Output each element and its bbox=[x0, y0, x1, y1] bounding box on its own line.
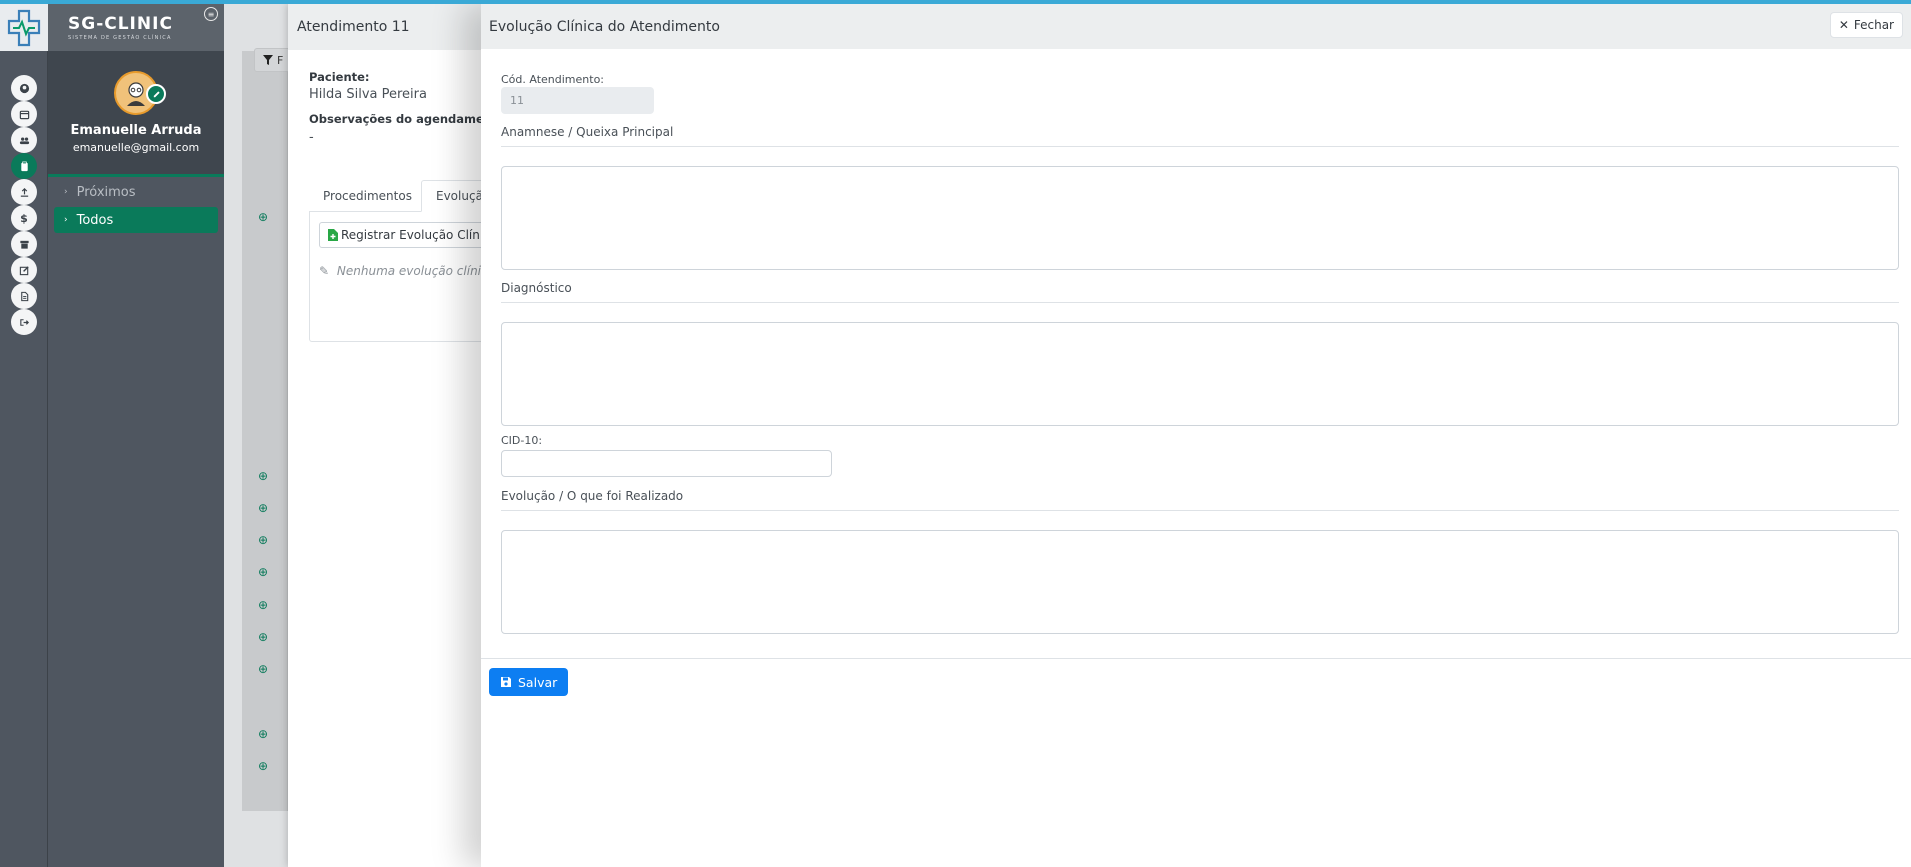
evolucao-realizado-label: Evolução / O que foi Realizado bbox=[501, 489, 1899, 511]
save-icon bbox=[501, 677, 511, 687]
user-icon[interactable] bbox=[11, 75, 37, 101]
empty-message-text: Nenhuma evolução clínica bbox=[336, 264, 495, 278]
upload-icon[interactable] bbox=[11, 179, 37, 205]
atendimento-panel: Atendimento 11 Paciente: Hilda Silva Per… bbox=[288, 4, 509, 867]
cod-atendimento-field: 11 bbox=[501, 87, 654, 114]
edit-icon[interactable] bbox=[11, 257, 37, 283]
empty-evolution-message: ✎ Nenhuma evolução clínica bbox=[319, 264, 495, 278]
save-button[interactable]: Salvar bbox=[489, 668, 569, 696]
file-plus-icon bbox=[328, 229, 338, 241]
chevron-right-icon: › bbox=[64, 187, 68, 197]
calendar-icon[interactable] bbox=[11, 101, 37, 127]
zoom-in-icon: ⊕ bbox=[258, 501, 269, 515]
icon-rail: $ bbox=[0, 0, 48, 867]
users-icon[interactable] bbox=[11, 127, 37, 153]
menu-toggle-icon[interactable]: ≡ bbox=[204, 7, 218, 21]
zoom-in-icon: ⊕ bbox=[258, 598, 269, 612]
logout-icon[interactable] bbox=[11, 309, 37, 335]
archive-icon[interactable] bbox=[11, 231, 37, 257]
zoom-in-icon: ⊕ bbox=[258, 727, 269, 741]
close-button[interactable]: ✕ Fechar bbox=[1829, 12, 1903, 38]
zoom-in-icon: ⊕ bbox=[258, 533, 269, 547]
sidebar-item-label: Todos bbox=[76, 212, 114, 228]
user-name: Emanuelle Arruda bbox=[70, 123, 202, 138]
clipboard-icon[interactable] bbox=[11, 153, 37, 179]
top-accent-bar bbox=[0, 0, 1911, 4]
register-evolution-button[interactable]: Registrar Evolução Clínica bbox=[319, 222, 509, 248]
sidebar-item-proximos[interactable]: › Próximos bbox=[54, 179, 218, 205]
notes-label: Observações do agendamento bbox=[309, 112, 506, 126]
background-table bbox=[242, 51, 288, 811]
user-profile: Emanuelle Arruda emanuelle@gmail.com bbox=[48, 51, 224, 177]
evolucao-textarea[interactable] bbox=[501, 530, 1899, 634]
footer-divider bbox=[481, 658, 1911, 659]
zoom-in-icon: ⊕ bbox=[258, 662, 269, 676]
sidebar-item-label: Próximos bbox=[76, 184, 136, 200]
close-label: Fechar bbox=[1853, 18, 1894, 32]
edit-avatar-icon[interactable] bbox=[146, 84, 166, 104]
evolucao-header: Evolução Clínica do Atendimento ✕ Fechar bbox=[481, 4, 1911, 49]
tab-content: Registrar Evolução Clínica ✎ Nenhuma evo… bbox=[309, 212, 509, 342]
chevron-right-icon: › bbox=[64, 215, 68, 225]
zoom-in-icon: ⊕ bbox=[258, 759, 269, 773]
cid-label: CID-10: bbox=[501, 434, 543, 447]
zoom-in-icon: ⊕ bbox=[258, 469, 269, 483]
evolucao-panel: Evolução Clínica do Atendimento ✕ Fechar… bbox=[481, 4, 1911, 867]
brand-subtitle: SISTEMA DE GESTÃO CLÍNICA bbox=[68, 35, 172, 41]
brand-bar: SG-CLINIC SISTEMA DE GESTÃO CLÍNICA bbox=[48, 4, 224, 51]
atendimento-header: Atendimento 11 bbox=[288, 4, 482, 50]
save-label: Salvar bbox=[518, 674, 558, 690]
cod-atendimento-value: 11 bbox=[510, 94, 524, 107]
atendimento-title: Atendimento 11 bbox=[297, 19, 410, 35]
dollar-icon[interactable]: $ bbox=[11, 205, 37, 231]
diagnostico-textarea[interactable] bbox=[501, 322, 1899, 426]
tab-procedimentos[interactable]: Procedimentos bbox=[309, 180, 426, 212]
filter-label: F bbox=[277, 53, 284, 67]
brand-name: SG-CLINIC bbox=[68, 14, 173, 34]
sidebar: Emanuelle Arruda emanuelle@gmail.com › P… bbox=[48, 51, 224, 867]
notes-value: - bbox=[309, 130, 314, 145]
patient-label: Paciente: bbox=[309, 70, 370, 84]
clinic-logo[interactable] bbox=[0, 4, 48, 51]
atendimento-tabs: Procedimentos Evoluçã bbox=[309, 180, 509, 212]
evolucao-title: Evolução Clínica do Atendimento bbox=[489, 18, 720, 35]
diagnostico-label: Diagnóstico bbox=[501, 281, 1899, 303]
anamnese-textarea[interactable] bbox=[501, 166, 1899, 270]
tab-label: Procedimentos bbox=[323, 189, 412, 203]
zoom-in-icon: ⊕ bbox=[258, 630, 269, 644]
cid-input[interactable] bbox=[501, 450, 832, 477]
sidebar-item-todos[interactable]: › Todos bbox=[54, 207, 218, 233]
patient-name: Hilda Silva Pereira bbox=[309, 87, 427, 102]
zoom-in-icon: ⊕ bbox=[258, 210, 269, 224]
user-email: emanuelle@gmail.com bbox=[72, 141, 200, 154]
tab-label: Evoluçã bbox=[436, 189, 483, 203]
file-icon[interactable] bbox=[11, 283, 37, 309]
zoom-in-icon: ⊕ bbox=[258, 565, 269, 579]
pencil-icon: ✎ bbox=[319, 264, 330, 278]
register-evolution-label: Registrar Evolução Clínica bbox=[341, 228, 498, 242]
anamnese-label: Anamnese / Queixa Principal bbox=[501, 125, 1899, 147]
cod-atendimento-label: Cód. Atendimento: bbox=[501, 73, 605, 86]
close-icon: ✕ bbox=[1838, 18, 1849, 32]
